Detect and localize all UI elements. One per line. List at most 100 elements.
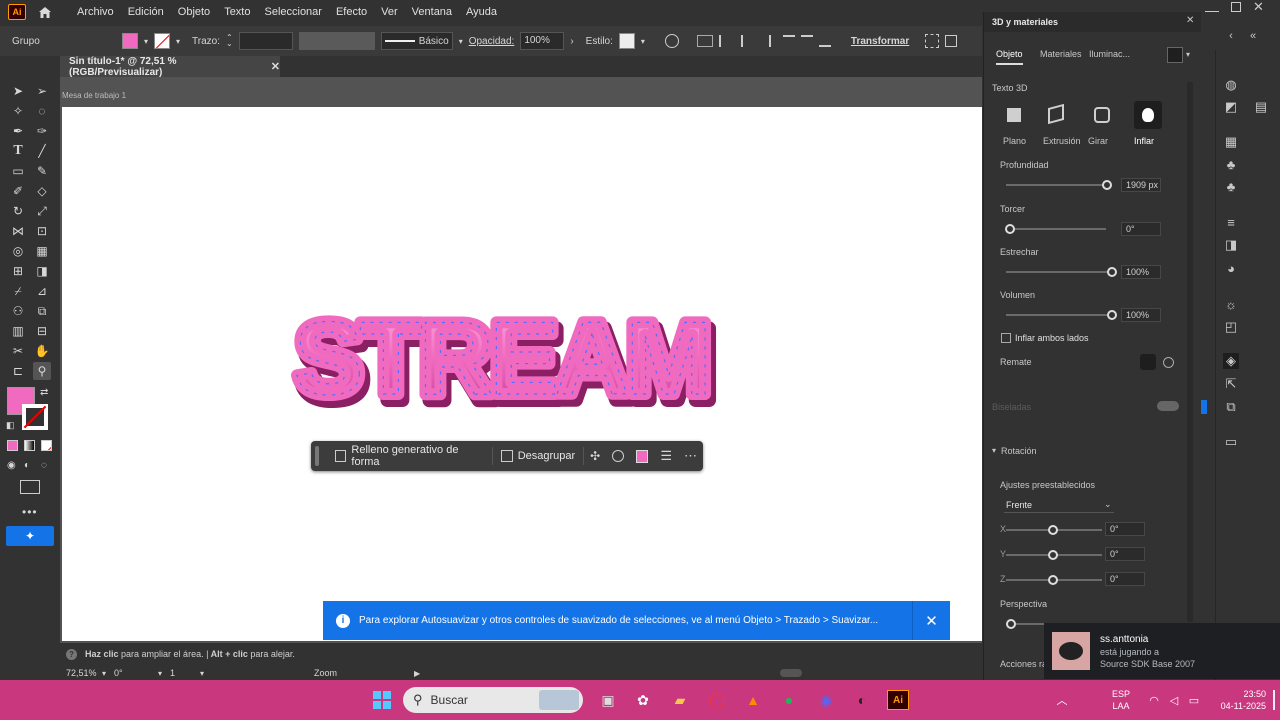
gradient-panel-icon[interactable]: ◨: [1223, 237, 1239, 253]
fill-swatch-small[interactable]: [635, 449, 649, 463]
magic-wand-icon[interactable]: ✧: [9, 102, 27, 120]
fill-swatch[interactable]: [122, 33, 138, 49]
column-graph-tool-icon[interactable]: ▥: [9, 322, 27, 340]
tab-materiales[interactable]: Materiales: [1040, 49, 1082, 59]
bevels-toggle[interactable]: [1157, 401, 1179, 411]
shaper-tool-icon[interactable]: ✐: [9, 182, 27, 200]
transparency-icon[interactable]: ◕: [1223, 260, 1239, 276]
hand-tool-icon[interactable]: ✋: [33, 342, 51, 360]
preset-dropdown[interactable]: Frente: [1006, 500, 1032, 510]
brush-definition-dropdown[interactable]: Básico: [380, 32, 453, 50]
taper-slider-knob[interactable]: [1107, 267, 1117, 277]
align-menu-icon[interactable]: ☰: [660, 448, 672, 464]
close-panel-icon[interactable]: ✕: [1186, 15, 1194, 26]
default-fill-stroke-icon[interactable]: ◧: [6, 420, 15, 431]
curvature-tool-icon[interactable]: ✑: [33, 122, 51, 140]
graphic-styles-icon[interactable]: ◰: [1223, 319, 1239, 335]
cap-off-icon[interactable]: [1163, 357, 1174, 368]
shape-builder-tool-icon[interactable]: ◎: [9, 242, 27, 260]
close-tab-icon[interactable]: ✕: [271, 60, 280, 73]
maximize-icon[interactable]: [1231, 2, 1241, 12]
obs-icon[interactable]: ◐: [851, 690, 873, 710]
task-view-icon[interactable]: ▣: [597, 690, 619, 710]
menu-ayuda[interactable]: Ayuda: [459, 6, 504, 18]
rectangle-tool-icon[interactable]: ▭: [9, 162, 27, 180]
volume-slider-knob[interactable]: [1107, 310, 1117, 320]
stream-3d-artwork[interactable]: STREAM STREAM STREAM: [290, 296, 720, 418]
perspective-grid-tool-icon[interactable]: ▦: [33, 242, 51, 260]
file-explorer-icon[interactable]: ▰: [669, 690, 691, 710]
brush-panel-icon[interactable]: ▤: [1253, 99, 1269, 115]
rotate-tool-icon[interactable]: ↻: [9, 202, 27, 220]
chevron-up-icon[interactable]: ︿: [1051, 690, 1073, 710]
appearance-icon[interactable]: ☼: [1223, 296, 1239, 312]
menu-archivo[interactable]: Archivo: [70, 6, 121, 18]
isolate-icon[interactable]: [925, 34, 940, 48]
z-rotation-knob[interactable]: [1048, 575, 1058, 585]
revolve-icon[interactable]: [1094, 107, 1110, 123]
x-rotation-knob[interactable]: [1048, 525, 1058, 535]
spotify-icon[interactable]: ●: [778, 690, 800, 710]
width-tool-icon[interactable]: ⋈: [9, 222, 27, 240]
chevron-down-icon[interactable]: ▾: [176, 37, 180, 46]
wifi-icon[interactable]: ◠: [1143, 690, 1165, 710]
menu-efecto[interactable]: Efecto: [329, 6, 374, 18]
extrude-icon[interactable]: [1048, 103, 1064, 125]
lasso-tool-icon[interactable]: ◌: [33, 102, 51, 120]
zoom-level-field[interactable]: 72,51%: [66, 668, 102, 678]
align-left-icon[interactable]: [718, 35, 731, 47]
graphic-style-swatch[interactable]: [618, 33, 635, 49]
line-tool-icon[interactable]: ╱: [33, 142, 51, 160]
depth-slider[interactable]: [1006, 184, 1106, 186]
paintbrush-tool-icon[interactable]: ✎: [33, 162, 51, 180]
align-right-icon[interactable]: [759, 35, 771, 47]
close-notification-icon[interactable]: ✕: [913, 612, 950, 630]
help-icon[interactable]: ?: [66, 648, 77, 660]
drag-handle[interactable]: [315, 446, 319, 466]
perspective-knob[interactable]: [1006, 619, 1016, 629]
more-tools-icon[interactable]: •••: [22, 505, 38, 519]
align-center-icon[interactable]: [740, 35, 753, 47]
chevron-down-icon[interactable]: ▾: [992, 446, 996, 455]
z-rotation-field[interactable]: 0°: [1105, 572, 1145, 586]
chevron-down-icon[interactable]: ▾: [641, 37, 645, 46]
stroke-stepper-icon[interactable]: ⌃ ⌄: [226, 34, 233, 48]
chevron-left-icon[interactable]: ‹: [1223, 28, 1239, 44]
color-mode-icon[interactable]: [7, 440, 18, 451]
chevron-right-icon[interactable]: ›: [570, 36, 573, 47]
inflate-both-checkbox[interactable]: [1001, 333, 1011, 343]
twist-slider-knob[interactable]: [1005, 224, 1015, 234]
home-icon[interactable]: [34, 6, 56, 19]
language-indicator[interactable]: ESP LAA: [1112, 688, 1130, 712]
chevron-down-icon[interactable]: ▾: [158, 669, 162, 678]
discord-icon[interactable]: ◉: [815, 690, 837, 710]
volume-slider[interactable]: [1006, 314, 1112, 316]
tab-iluminacion[interactable]: Iluminac...: [1089, 49, 1130, 59]
align-top-icon[interactable]: [782, 35, 795, 47]
rotation-section-label[interactable]: Rotación: [1001, 446, 1037, 456]
y-rotation-field[interactable]: 0°: [1105, 547, 1145, 561]
stroke-color-swatch[interactable]: [22, 404, 48, 430]
taper-slider[interactable]: [1006, 271, 1112, 273]
clubs-icon[interactable]: ♣: [1223, 178, 1239, 194]
align-middle-icon[interactable]: [800, 35, 813, 47]
panel-scrollbar[interactable]: [1187, 82, 1193, 622]
image-trace-icon[interactable]: ◩: [1223, 99, 1239, 115]
3d-materials-dock-icon[interactable]: ◍: [1223, 77, 1239, 93]
opacity-field[interactable]: 100%: [520, 32, 565, 50]
taper-value-field[interactable]: 100%: [1121, 265, 1161, 279]
more-icon[interactable]: ⋯: [684, 448, 697, 464]
inflate-button[interactable]: [1134, 101, 1162, 129]
menu-texto[interactable]: Texto: [217, 6, 257, 18]
illustrator-taskbar-icon[interactable]: Ai: [887, 690, 909, 710]
scale-tool-icon[interactable]: ⤢: [33, 202, 51, 220]
chevron-down-icon[interactable]: ▾: [459, 37, 463, 46]
variable-width-profile[interactable]: [298, 32, 375, 50]
menu-edicion[interactable]: Edición: [121, 6, 171, 18]
menu-objeto[interactable]: Objeto: [171, 6, 217, 18]
minimize-icon[interactable]: [1205, 2, 1219, 12]
selection-tool-icon[interactable]: ➤: [9, 82, 27, 100]
menu-seleccionar[interactable]: Seleccionar: [257, 6, 328, 18]
swap-fill-stroke-icon[interactable]: ⇄: [40, 387, 48, 398]
collapse-dock-icon[interactable]: «: [1245, 28, 1261, 44]
